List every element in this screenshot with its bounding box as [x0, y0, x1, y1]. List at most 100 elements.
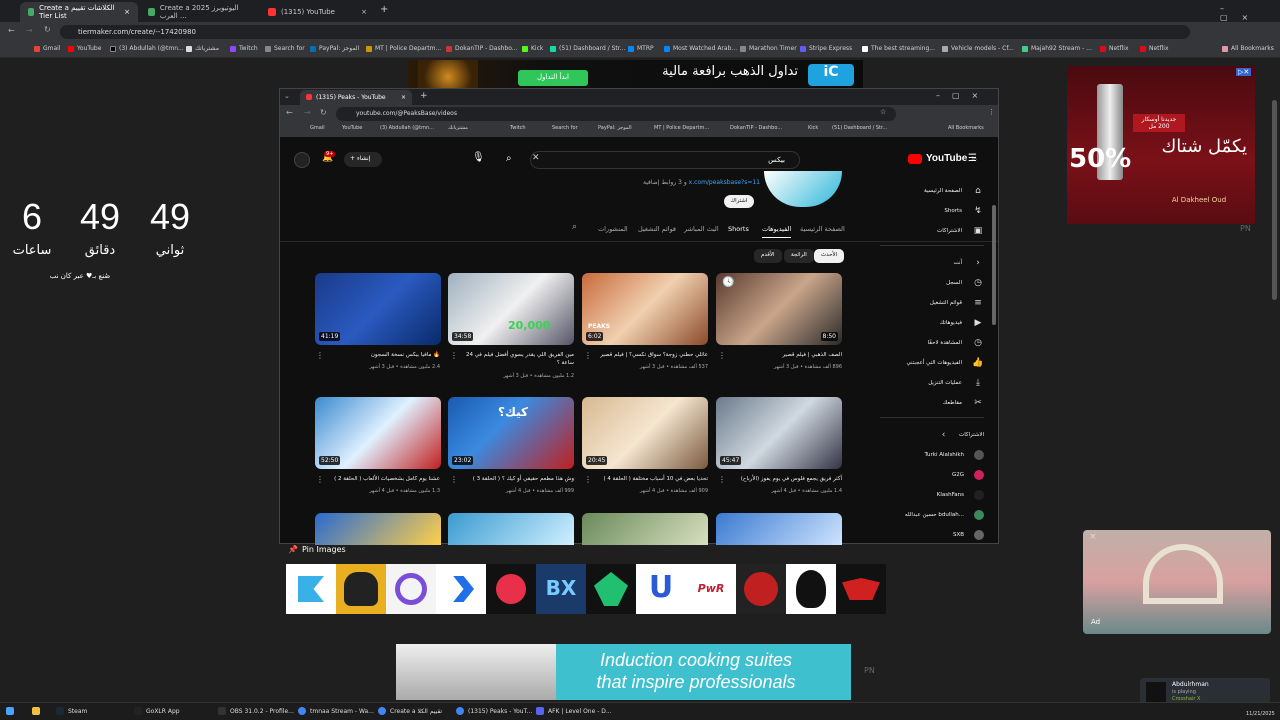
video-ad[interactable]: Ad ×: [1083, 530, 1271, 634]
taskbar-item[interactable]: tmnaa Stream - Wa...: [298, 707, 374, 715]
bookmark[interactable]: (51) Dashboard / Str...: [550, 45, 625, 52]
chip-oldest[interactable]: الأقدم: [754, 249, 782, 263]
video-menu-icon[interactable]: ⋮: [718, 351, 726, 360]
menu-icon[interactable]: ⋮: [988, 108, 995, 116]
bookmark[interactable]: Gmail: [34, 45, 61, 52]
video-menu-icon[interactable]: ⋮: [584, 351, 592, 360]
team-logo[interactable]: [286, 564, 336, 614]
chip-popular[interactable]: الرائجة: [784, 249, 814, 263]
sidebar-subs-header[interactable]: ‹ الاشتراكات: [880, 427, 984, 443]
bookmark[interactable]: MT | Police Departm...: [654, 125, 709, 131]
mic-icon[interactable]: 🎙: [472, 152, 485, 163]
tab-posts[interactable]: المنشورات: [598, 225, 628, 233]
search-input[interactable]: بيكس: [530, 151, 800, 169]
tab-home[interactable]: الصفحة الرئيسية: [800, 225, 845, 233]
tab-videos[interactable]: الفيديوهات: [762, 225, 792, 238]
video-thumbnail[interactable]: كيك؟ 23:02: [448, 397, 574, 469]
video-title[interactable]: الصف الذهبي | فيلم قصير: [724, 351, 842, 359]
bookmark[interactable]: PayPal: الموجز: [598, 125, 632, 131]
bookmark[interactable]: MT | Police Departm...: [366, 45, 441, 52]
bookmark[interactable]: Vehicle models - Cf...: [942, 45, 1014, 52]
sidebar-item-your-videos[interactable]: فيديوهاتك ▶: [880, 315, 984, 331]
bookmark[interactable]: DokanTIP - Dashbo...: [446, 45, 518, 52]
watch-later-icon[interactable]: 🕓: [722, 277, 734, 288]
bookmark[interactable]: MTRP: [628, 45, 654, 52]
forward-icon[interactable]: →: [304, 108, 311, 117]
video-title[interactable]: وش هذا مطعم حقيقي أو كيك ؟ ( الحلقة 3 ): [456, 475, 574, 483]
pin-images-header[interactable]: 📌 Pin Images: [288, 545, 346, 554]
team-logo[interactable]: U: [636, 564, 686, 614]
team-logo[interactable]: PwR: [686, 564, 736, 614]
bookmark[interactable]: مشترياتك: [448, 125, 468, 131]
sidebar-item-clips[interactable]: مقاطعك ✂: [880, 395, 984, 411]
video-title[interactable]: عشنا يوم كامل بشخصيات الألعاب ( الحلقة 2…: [322, 475, 440, 483]
sidebar-item-history[interactable]: السجل ◷: [880, 275, 984, 291]
bookmark[interactable]: Kick: [808, 125, 818, 131]
sidebar-sub[interactable]: G2G: [880, 467, 984, 483]
back-icon[interactable]: ←: [286, 108, 293, 117]
window-controls[interactable]: –▢×: [936, 91, 990, 100]
tab-youtube[interactable]: (1315) YouTube ×: [260, 2, 375, 22]
taskbar-item[interactable]: Steam: [56, 707, 87, 715]
video-menu-icon[interactable]: ⋮: [316, 351, 324, 360]
tab-live[interactable]: البث المباشر: [684, 225, 719, 233]
taskbar-item[interactable]: GoXLR App: [134, 707, 180, 715]
sidebar-sub[interactable]: KlashFans: [880, 487, 984, 503]
bookmark[interactable]: (51) Dashboard / Str...: [832, 125, 887, 131]
team-logo[interactable]: [836, 564, 886, 614]
tab-playlists[interactable]: قوائم التشغيل: [638, 225, 676, 233]
bookmark[interactable]: The best streaming...: [862, 45, 935, 52]
all-bookmarks[interactable]: All Bookmarks: [948, 125, 984, 131]
video-title[interactable]: تحديا بعض في 10 أسباب مختلفة ( الحلقة 4 …: [590, 475, 708, 483]
team-logo[interactable]: [436, 564, 486, 614]
subscribe-button[interactable]: اشتراك: [724, 195, 754, 208]
video-thumbnail[interactable]: 45:47: [716, 397, 842, 469]
sidebar-item-watch-later[interactable]: المشاهدة لاحقًا ◷: [880, 335, 984, 351]
video-thumbnail[interactable]: [448, 513, 574, 545]
video-menu-icon[interactable]: ⋮: [584, 475, 592, 484]
create-button[interactable]: + إنشاء: [344, 152, 382, 167]
window-controls[interactable]: –▢×: [1220, 4, 1280, 22]
video-menu-icon[interactable]: ⋮: [450, 475, 458, 484]
video-title[interactable]: عائلي حطني زوجة؟ سواق تكسي؟ | فيلم قصير: [590, 351, 708, 359]
top-banner-ad[interactable]: ابدأ التداول تداول الذهب برافعة مالية iC: [408, 60, 863, 88]
video-title[interactable]: 🔥 مافيا بيكس نسخة السجون: [322, 351, 440, 359]
forward-icon[interactable]: →: [26, 26, 33, 35]
sidebar-you-header[interactable]: أنت ›: [880, 255, 984, 271]
sidebar-item-liked[interactable]: الفيديوهات التي أعجبتني 👍: [880, 355, 984, 371]
clear-search-icon[interactable]: ✕: [532, 153, 540, 163]
bookmark[interactable]: Search for: [552, 125, 578, 131]
channel-search-icon[interactable]: ⌕: [572, 222, 577, 232]
taskbar-item[interactable]: OBS 31.0.2 - Profile...: [218, 707, 294, 715]
team-logo[interactable]: [586, 564, 636, 614]
video-thumbnail[interactable]: 20,000 34:58: [448, 273, 574, 345]
avatar[interactable]: [294, 152, 310, 168]
star-icon[interactable]: ☆: [880, 108, 886, 116]
bookmark[interactable]: Stripe Express: [800, 45, 852, 52]
team-logo[interactable]: [786, 564, 836, 614]
bookmark[interactable]: PayPal: الموجز: [310, 45, 359, 52]
close-icon[interactable]: ×: [124, 8, 130, 16]
video-thumbnail[interactable]: 52:50: [315, 397, 441, 469]
bookmark[interactable]: Twitch: [510, 125, 526, 131]
video-thumbnail[interactable]: [716, 513, 842, 545]
team-logo[interactable]: [486, 564, 536, 614]
bookmark[interactable]: Netflix: [1100, 45, 1129, 52]
tab-shorts[interactable]: Shorts: [728, 225, 749, 233]
tab-search-icon[interactable]: ⌄: [284, 92, 290, 100]
team-logo[interactable]: BX: [536, 564, 586, 614]
sidebar-item-shorts[interactable]: Shorts ↯: [880, 203, 984, 219]
bookmark[interactable]: Kick: [522, 45, 543, 52]
sidebar-sub[interactable]: SXB: [880, 527, 984, 543]
adchoices-icon[interactable]: ▷✕: [1236, 68, 1252, 76]
hamburger-menu-icon[interactable]: ☰: [968, 153, 977, 164]
reload-icon[interactable]: ↻: [320, 108, 327, 117]
new-tab-icon[interactable]: +: [420, 91, 428, 101]
page-scrollbar[interactable]: [1272, 100, 1277, 300]
bookmark[interactable]: Most Watched Arab...: [664, 45, 737, 52]
tab-tiermaker-2[interactable]: Create a 2025 اليوتيوبرز العرب ...: [140, 2, 260, 22]
ad-cta-button[interactable]: ابدأ التداول: [518, 70, 588, 86]
bookmark[interactable]: YouTube: [342, 125, 362, 131]
bookmark[interactable]: Search for: [265, 45, 305, 52]
search-icon[interactable]: ⌕: [506, 153, 512, 164]
